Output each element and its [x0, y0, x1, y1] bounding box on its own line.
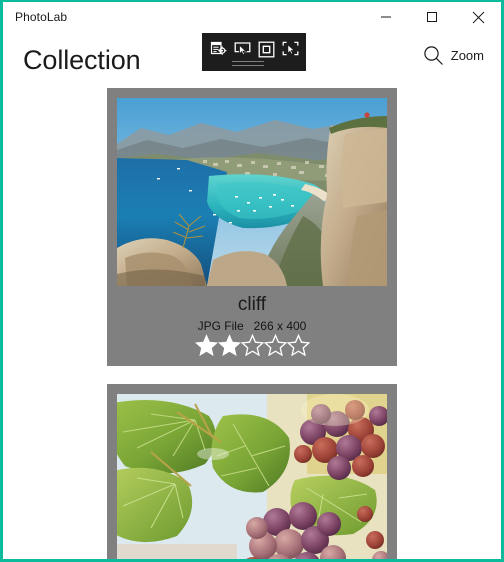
- cliff-photo: [117, 98, 387, 286]
- drag-line-top: [232, 61, 264, 62]
- nested-square-icon: [258, 41, 274, 57]
- search-icon: [424, 46, 443, 65]
- window-cursor-icon: [234, 41, 250, 56]
- grapes-photo: [117, 393, 387, 559]
- window-controls: [363, 2, 501, 32]
- title-bar: PhotoLab: [3, 2, 501, 32]
- close-icon: [472, 11, 484, 23]
- toolbar-drag-handle[interactable]: [232, 61, 264, 66]
- maximize-button[interactable]: [409, 2, 455, 32]
- star-3[interactable]: [240, 333, 264, 356]
- maximize-icon: [427, 12, 437, 22]
- document-settings-icon: [210, 41, 226, 55]
- zoom-control[interactable]: Zoom: [423, 45, 484, 66]
- minimize-icon: [381, 16, 391, 18]
- window-title: PhotoLab: [15, 10, 68, 24]
- capture-toolbar[interactable]: [202, 33, 306, 71]
- capture-region-button[interactable]: [279, 37, 301, 61]
- zoom-label: Zoom: [450, 48, 484, 63]
- star-2[interactable]: [217, 334, 241, 356]
- photo-thumbnail[interactable]: [117, 98, 387, 286]
- photo-title: cliff: [237, 294, 267, 315]
- page-title: Collection: [23, 44, 141, 75]
- star-5[interactable]: [286, 333, 310, 356]
- close-button[interactable]: [455, 2, 501, 32]
- capture-settings-button[interactable]: [207, 37, 229, 61]
- photo-card[interactable]: [107, 383, 397, 559]
- region-cursor-icon: [282, 41, 298, 55]
- photo-thumbnail[interactable]: [117, 393, 387, 559]
- rating-stars[interactable]: [194, 333, 310, 356]
- capture-window-button[interactable]: [231, 37, 253, 61]
- capture-fullscreen-button[interactable]: [255, 37, 277, 61]
- star-4[interactable]: [263, 333, 287, 356]
- photo-meta: JPG File 266 x 400: [197, 318, 307, 333]
- photo-gallery[interactable]: cliff JPG File 266 x 400: [3, 88, 501, 559]
- photo-card[interactable]: cliff JPG File 266 x 400: [107, 88, 397, 366]
- star-1[interactable]: [194, 334, 218, 356]
- photolab-window: PhotoLab Collection Zoom cliff JPG File …: [0, 0, 504, 562]
- drag-line-bottom: [232, 65, 264, 66]
- minimize-button[interactable]: [363, 2, 409, 32]
